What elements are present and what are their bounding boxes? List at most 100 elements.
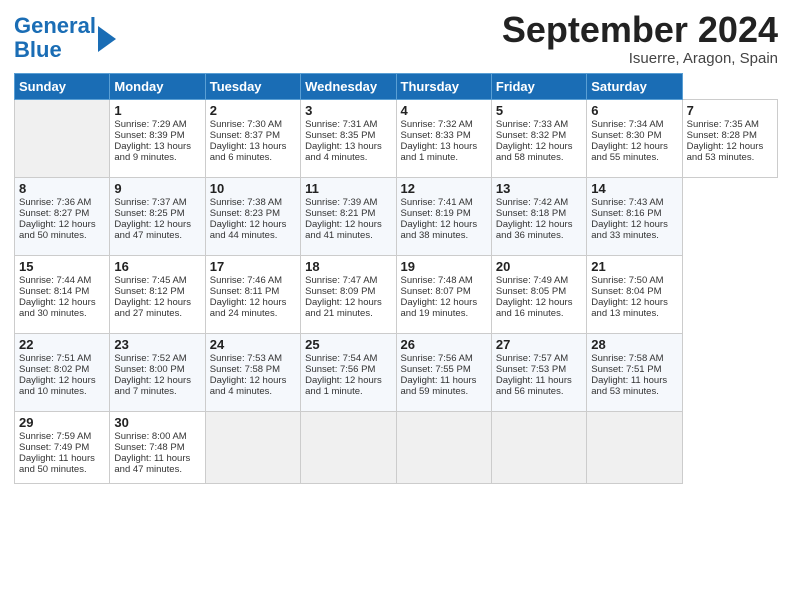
calendar-cell	[205, 411, 300, 483]
day-number: 5	[496, 103, 582, 118]
day-number: 22	[19, 337, 105, 352]
day-number: 3	[305, 103, 391, 118]
calendar-cell: 4Sunrise: 7:32 AMSunset: 8:33 PMDaylight…	[396, 99, 491, 177]
calendar-week-2: 8Sunrise: 7:36 AMSunset: 8:27 PMDaylight…	[15, 177, 778, 255]
sunset-text: Sunset: 7:49 PM	[19, 442, 105, 453]
calendar-cell: 19Sunrise: 7:48 AMSunset: 8:07 PMDayligh…	[396, 255, 491, 333]
sunset-text: Sunset: 8:19 PM	[401, 208, 487, 219]
sunset-text: Sunset: 8:09 PM	[305, 286, 391, 297]
sunrise-text: Sunrise: 7:34 AM	[591, 119, 677, 130]
daylight-text: Daylight: 12 hours and 13 minutes.	[591, 297, 677, 319]
day-number: 26	[401, 337, 487, 352]
calendar-cell: 10Sunrise: 7:38 AMSunset: 8:23 PMDayligh…	[205, 177, 300, 255]
sunset-text: Sunset: 8:33 PM	[401, 130, 487, 141]
sunrise-text: Sunrise: 7:51 AM	[19, 353, 105, 364]
sunset-text: Sunset: 7:56 PM	[305, 364, 391, 375]
sunrise-text: Sunrise: 7:39 AM	[305, 197, 391, 208]
sunrise-text: Sunrise: 7:41 AM	[401, 197, 487, 208]
sunrise-text: Sunrise: 7:48 AM	[401, 275, 487, 286]
sunrise-text: Sunrise: 7:43 AM	[591, 197, 677, 208]
calendar-cell	[301, 411, 396, 483]
day-number: 9	[114, 181, 200, 196]
calendar-cell	[15, 99, 110, 177]
calendar-cell: 30Sunrise: 8:00 AMSunset: 7:48 PMDayligh…	[110, 411, 205, 483]
daylight-text: Daylight: 12 hours and 33 minutes.	[591, 219, 677, 241]
daylight-text: Daylight: 12 hours and 30 minutes.	[19, 297, 105, 319]
daylight-text: Daylight: 12 hours and 10 minutes.	[19, 375, 105, 397]
sunset-text: Sunset: 8:21 PM	[305, 208, 391, 219]
location: Isuerre, Aragon, Spain	[502, 50, 778, 67]
calendar-cell: 29Sunrise: 7:59 AMSunset: 7:49 PMDayligh…	[15, 411, 110, 483]
calendar-cell: 5Sunrise: 7:33 AMSunset: 8:32 PMDaylight…	[491, 99, 586, 177]
day-number: 28	[591, 337, 677, 352]
day-number: 17	[210, 259, 296, 274]
logo-text: General Blue	[14, 14, 96, 62]
calendar-header-thursday: Thursday	[396, 73, 491, 99]
sunset-text: Sunset: 8:39 PM	[114, 130, 200, 141]
sunset-text: Sunset: 8:02 PM	[19, 364, 105, 375]
day-number: 24	[210, 337, 296, 352]
day-number: 6	[591, 103, 677, 118]
sunrise-text: Sunrise: 7:59 AM	[19, 431, 105, 442]
sunrise-text: Sunrise: 7:47 AM	[305, 275, 391, 286]
calendar-cell: 16Sunrise: 7:45 AMSunset: 8:12 PMDayligh…	[110, 255, 205, 333]
calendar-cell: 8Sunrise: 7:36 AMSunset: 8:27 PMDaylight…	[15, 177, 110, 255]
sunrise-text: Sunrise: 7:42 AM	[496, 197, 582, 208]
calendar-cell: 6Sunrise: 7:34 AMSunset: 8:30 PMDaylight…	[587, 99, 682, 177]
daylight-text: Daylight: 12 hours and 19 minutes.	[401, 297, 487, 319]
calendar-cell: 25Sunrise: 7:54 AMSunset: 7:56 PMDayligh…	[301, 333, 396, 411]
sunset-text: Sunset: 8:30 PM	[591, 130, 677, 141]
day-number: 30	[114, 415, 200, 430]
sunset-text: Sunset: 8:28 PM	[687, 130, 773, 141]
daylight-text: Daylight: 13 hours and 9 minutes.	[114, 141, 200, 163]
calendar-cell: 22Sunrise: 7:51 AMSunset: 8:02 PMDayligh…	[15, 333, 110, 411]
calendar-cell: 7Sunrise: 7:35 AMSunset: 8:28 PMDaylight…	[682, 99, 777, 177]
day-number: 11	[305, 181, 391, 196]
sunset-text: Sunset: 7:53 PM	[496, 364, 582, 375]
sunrise-text: Sunrise: 7:33 AM	[496, 119, 582, 130]
logo-arrow-icon	[98, 26, 116, 52]
day-number: 27	[496, 337, 582, 352]
sunset-text: Sunset: 8:32 PM	[496, 130, 582, 141]
day-number: 29	[19, 415, 105, 430]
day-number: 16	[114, 259, 200, 274]
sunset-text: Sunset: 8:16 PM	[591, 208, 677, 219]
day-number: 13	[496, 181, 582, 196]
sunset-text: Sunset: 7:51 PM	[591, 364, 677, 375]
calendar-header-row: SundayMondayTuesdayWednesdayThursdayFrid…	[15, 73, 778, 99]
calendar-cell: 26Sunrise: 7:56 AMSunset: 7:55 PMDayligh…	[396, 333, 491, 411]
daylight-text: Daylight: 12 hours and 4 minutes.	[210, 375, 296, 397]
day-number: 8	[19, 181, 105, 196]
sunrise-text: Sunrise: 7:35 AM	[687, 119, 773, 130]
day-number: 25	[305, 337, 391, 352]
calendar-cell: 14Sunrise: 7:43 AMSunset: 8:16 PMDayligh…	[587, 177, 682, 255]
sunrise-text: Sunrise: 7:36 AM	[19, 197, 105, 208]
day-number: 19	[401, 259, 487, 274]
month-title: September 2024	[502, 10, 778, 50]
sunset-text: Sunset: 8:12 PM	[114, 286, 200, 297]
calendar-cell: 17Sunrise: 7:46 AMSunset: 8:11 PMDayligh…	[205, 255, 300, 333]
daylight-text: Daylight: 12 hours and 16 minutes.	[496, 297, 582, 319]
daylight-text: Daylight: 12 hours and 27 minutes.	[114, 297, 200, 319]
day-number: 12	[401, 181, 487, 196]
daylight-text: Daylight: 11 hours and 56 minutes.	[496, 375, 582, 397]
daylight-text: Daylight: 12 hours and 1 minute.	[305, 375, 391, 397]
calendar-header-monday: Monday	[110, 73, 205, 99]
day-number: 21	[591, 259, 677, 274]
calendar-cell	[587, 411, 682, 483]
day-number: 1	[114, 103, 200, 118]
sunrise-text: Sunrise: 7:49 AM	[496, 275, 582, 286]
calendar-header-wednesday: Wednesday	[301, 73, 396, 99]
daylight-text: Daylight: 12 hours and 44 minutes.	[210, 219, 296, 241]
sunrise-text: Sunrise: 7:46 AM	[210, 275, 296, 286]
page: General Blue September 2024 Isuerre, Ara…	[0, 0, 792, 612]
daylight-text: Daylight: 13 hours and 4 minutes.	[305, 141, 391, 163]
sunrise-text: Sunrise: 7:57 AM	[496, 353, 582, 364]
day-number: 14	[591, 181, 677, 196]
sunset-text: Sunset: 7:55 PM	[401, 364, 487, 375]
calendar-cell: 12Sunrise: 7:41 AMSunset: 8:19 PMDayligh…	[396, 177, 491, 255]
daylight-text: Daylight: 12 hours and 55 minutes.	[591, 141, 677, 163]
day-number: 15	[19, 259, 105, 274]
sunrise-text: Sunrise: 7:31 AM	[305, 119, 391, 130]
daylight-text: Daylight: 12 hours and 50 minutes.	[19, 219, 105, 241]
